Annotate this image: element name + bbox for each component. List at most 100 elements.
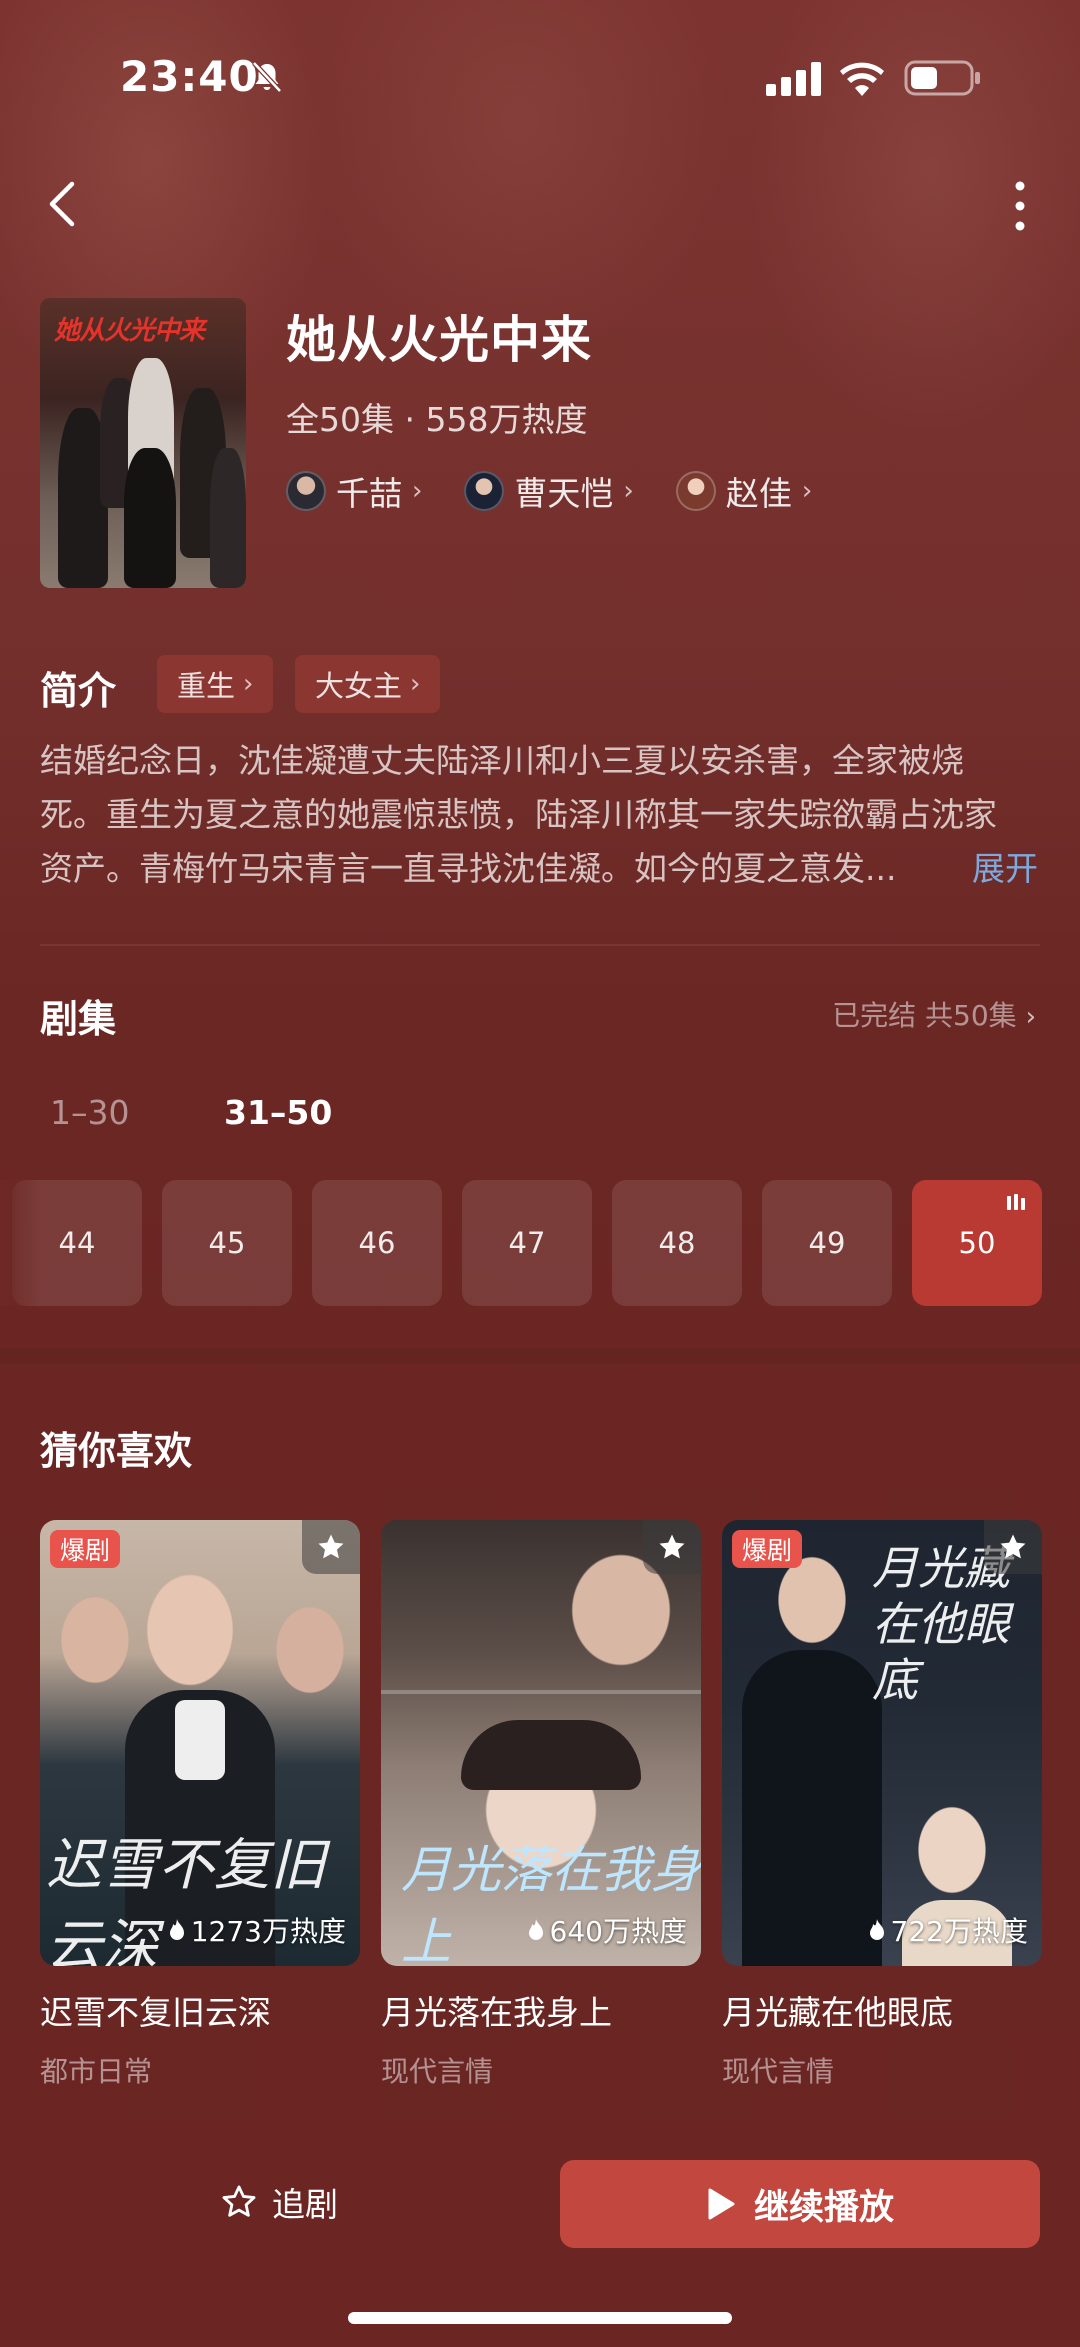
star-icon (659, 1534, 685, 1559)
actor-avatar (286, 471, 326, 511)
star-icon (1000, 1534, 1026, 1559)
now-playing-icon (1007, 1194, 1025, 1210)
card-genre: 现代言情 (722, 2055, 835, 2088)
tag-heroine[interactable]: 大女主 › (295, 655, 441, 713)
card-title: 迟雪不复旧云深 (40, 1993, 271, 2032)
hot-badge: 爆剧 (732, 1530, 803, 1568)
card-thumbnail: 月光藏在他眼底 爆剧 722万热度 (722, 1520, 1042, 1966)
chevron-right-icon: › (410, 669, 421, 699)
favorite-star-button[interactable] (302, 1520, 360, 1574)
tag-label: 大女主 (315, 669, 403, 703)
signal-icon (766, 62, 821, 96)
card-heat: 1273万热度 (167, 1910, 346, 1950)
card-figure (742, 1650, 882, 1966)
bell-off-icon (252, 61, 282, 93)
episode-button[interactable]: 49 (762, 1180, 892, 1306)
synopsis-line: 结婚纪念日，沈佳凝遭丈夫陆泽川和小三夏以安杀害，全家被烧 (40, 741, 964, 780)
actor-name: 曹天恺 (514, 474, 614, 513)
recommend-card[interactable]: 月光藏在他眼底 爆剧 722万热度 月光藏在他眼底 现代言情 (722, 1520, 1042, 2090)
continue-play-button[interactable]: 继续播放 (560, 2160, 1040, 2248)
episode-button[interactable]: 47 (462, 1180, 592, 1306)
follow-label: 追剧 (272, 2185, 338, 2224)
episode-button[interactable]: 48 (612, 1180, 742, 1306)
synopsis-line: 资产。青梅竹马宋青言一直寻找沈佳凝。如今的夏之意发... (40, 849, 897, 888)
favorite-star-button[interactable] (984, 1520, 1042, 1574)
intro-heading: 简介 (40, 669, 117, 713)
actor-list: 千喆 › 曹天恺 › 赵佳 › (286, 466, 812, 516)
tab-range-1-30[interactable]: 1–30 (50, 1093, 130, 1132)
star-icon (318, 1534, 344, 1559)
status-bar: 23:40 (0, 0, 1080, 150)
follow-button[interactable]: 追剧 (220, 2178, 338, 2226)
card-split-line (381, 1690, 701, 1694)
card-heat-value: 1273万热度 (190, 1915, 346, 1948)
recommend-heading: 猜你喜欢 (40, 1429, 193, 1473)
star-outline-icon (222, 2185, 256, 2217)
flame-icon (528, 1919, 543, 1940)
hot-badge: 爆剧 (50, 1530, 121, 1568)
card-heat: 640万热度 (526, 1910, 687, 1950)
drama-detail-page: 23:40 她从火光中来 她从火光中来 全50集 · 558万热度 千喆 › 曹… (0, 0, 1080, 2347)
episodes-status-label: 已完结 共50集 (832, 999, 1017, 1032)
card-genre: 现代言情 (381, 2055, 494, 2088)
actor-item[interactable]: 赵佳 › (675, 467, 813, 515)
play-icon (708, 2188, 735, 2220)
chevron-right-icon: › (623, 476, 634, 506)
card-genre: 都市日常 (40, 2055, 153, 2088)
recommend-card[interactable]: 迟雪不复旧云深 爆剧 1273万热度 迟雪不复旧云深 都市日常 (40, 1520, 360, 2090)
episode-button[interactable]: 46 (312, 1180, 442, 1306)
flame-icon (169, 1919, 184, 1940)
chevron-right-icon: › (243, 669, 254, 699)
section-separator (0, 1348, 1080, 1364)
show-poster[interactable]: 她从火光中来 (40, 298, 246, 588)
chevron-right-icon: › (412, 476, 423, 506)
synopsis: 结婚纪念日，沈佳凝遭丈夫陆泽川和小三夏以安杀害，全家被烧 死。重生为夏之意的她震… (40, 734, 1040, 896)
battery-icon (904, 60, 980, 96)
card-title: 月光藏在他眼底 (722, 1993, 953, 2032)
episodes-status[interactable]: 已完结 共50集 › (832, 994, 1036, 1034)
status-time: 23:40 (120, 52, 259, 101)
card-thumbnail: 月光落在我身上 640万热度 (381, 1520, 701, 1966)
card-heat: 722万热度 (867, 1910, 1028, 1950)
play-label: 继续播放 (753, 2187, 894, 2228)
episode-number: 49 (808, 1226, 846, 1260)
actor-item[interactable]: 千喆 › (286, 467, 422, 515)
episode-number: 48 (658, 1226, 696, 1260)
card-title: 月光落在我身上 (381, 1993, 612, 2032)
tag-label: 重生 (177, 669, 236, 703)
tag-rebirth[interactable]: 重生 › (157, 655, 274, 713)
wifi-icon (840, 62, 884, 96)
recommend-card[interactable]: 月光落在我身上 640万热度 月光落在我身上 现代言情 (381, 1520, 701, 2090)
episode-number: 45 (208, 1226, 246, 1260)
episode-number: 47 (508, 1226, 546, 1260)
favorite-star-button[interactable] (643, 1520, 701, 1574)
actor-avatar (675, 471, 716, 511)
episodes-heading: 剧集 (40, 997, 117, 1041)
divider (40, 944, 1040, 946)
episode-number: 44 (58, 1226, 96, 1260)
card-heat-value: 640万热度 (549, 1915, 687, 1948)
actor-name: 千喆 (336, 474, 402, 513)
chevron-right-icon: › (801, 476, 813, 506)
tab-range-31-50[interactable]: 31–50 (224, 1093, 332, 1132)
card-figure-hair (461, 1720, 641, 1790)
synopsis-line: 死。重生为夏之意的她震惊悲愤，陆泽川称其一家失踪欲霸占沈家 (40, 795, 997, 834)
expand-link[interactable]: 展开 (972, 842, 1038, 890)
more-options-icon[interactable] (1000, 176, 1040, 236)
home-indicator[interactable] (348, 2312, 732, 2324)
show-title: 她从火光中来 (286, 311, 592, 369)
actor-name: 赵佳 (725, 474, 792, 513)
card-heat-value: 722万热度 (890, 1915, 1028, 1948)
card-figure-shirt (175, 1700, 225, 1780)
poster-title: 她从火光中来 (54, 316, 205, 346)
poster-figure (210, 448, 246, 588)
actor-item[interactable]: 曹天恺 › (464, 467, 634, 515)
flame-icon (869, 1919, 884, 1940)
episode-button[interactable]: 45 (162, 1180, 292, 1306)
episode-scroll-fade (0, 1180, 40, 1306)
back-chevron-icon[interactable] (40, 176, 90, 232)
poster-figure (124, 448, 176, 588)
episode-button-current[interactable]: 50 (912, 1180, 1042, 1306)
show-meta: 全50集 · 558万热度 (286, 400, 588, 439)
chevron-right-icon: › (1025, 1002, 1036, 1032)
